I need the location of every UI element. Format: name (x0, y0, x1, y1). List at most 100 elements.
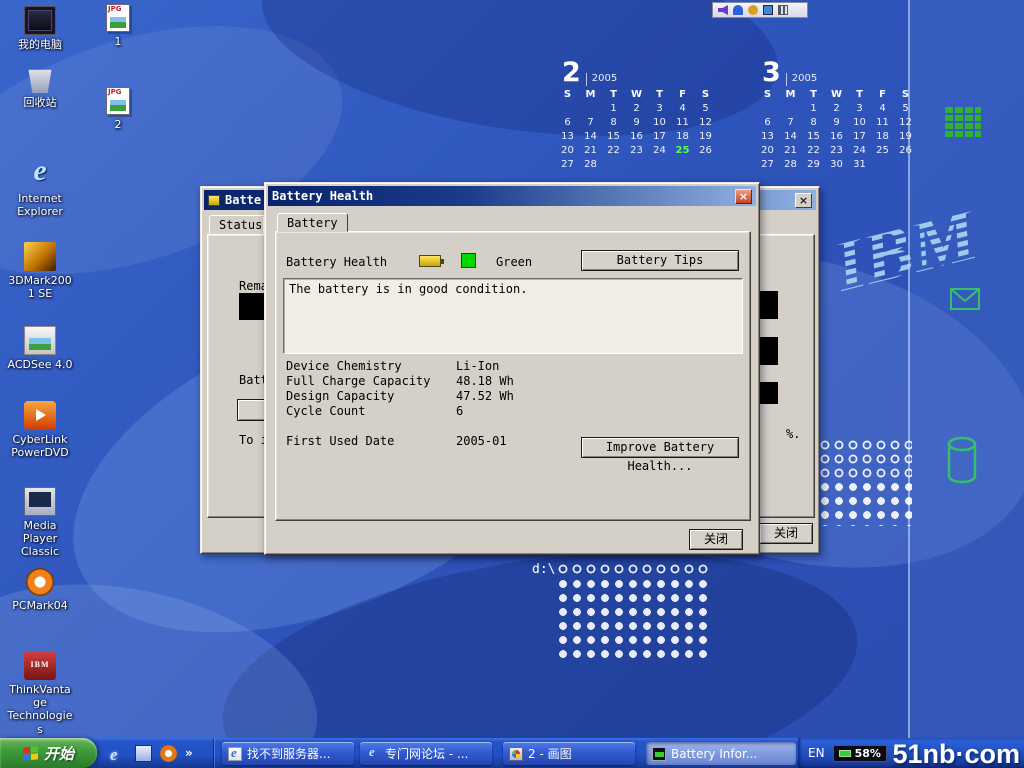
quick-launch-overflow-icon[interactable]: » (185, 746, 193, 760)
start-label: 开始 (44, 743, 74, 764)
info-field-row: Full Charge Capacity48.18 Wh (286, 374, 576, 389)
calendar-march: 3 2005 SMTWTFS12345678910111213141516171… (756, 54, 920, 172)
desktop-icon-pcmark[interactable]: PCMark04 (6, 568, 74, 612)
speaker-icon[interactable] (718, 5, 728, 15)
calendar-grid: SMTWTFS123456789101112131415161718192021… (756, 88, 920, 172)
calendar-day-cell (556, 102, 579, 116)
percent-fragment: %. (786, 427, 800, 441)
3dmark-icon (24, 242, 56, 271)
desktop-icon-thinkvantage[interactable]: ThinkVantage Technologies (6, 651, 74, 736)
desktop-icon-powerdvd[interactable]: CyberLink PowerDVD (6, 401, 74, 459)
close-icon[interactable]: × (795, 193, 812, 208)
language-indicator[interactable]: EN (808, 746, 825, 760)
close-icon[interactable]: × (735, 189, 752, 204)
calendar-day-cell: 30 (825, 158, 848, 172)
calendar-day-cell: 18 (671, 130, 694, 144)
calendar-day-cell: 26 (894, 144, 917, 158)
volume-icon[interactable] (733, 5, 743, 15)
calendar-day-cell: 10 (648, 116, 671, 130)
desktop-file-2[interactable]: JPG 2 (96, 87, 140, 131)
calendar-day-header: S (694, 88, 717, 102)
desktop-icon-label: 回收站 (6, 96, 74, 109)
calendar-day-header: S (556, 88, 579, 102)
button-label: 关闭 (704, 532, 728, 546)
calendar-day-cell (779, 102, 802, 116)
calendar-day-cell: 5 (894, 102, 917, 116)
calendar-day-header: W (825, 88, 848, 102)
desktop-icon-label: 我的电脑 (6, 38, 74, 51)
calendar-day-cell: 14 (579, 130, 602, 144)
status-text: Green (496, 255, 532, 269)
calendar-day-header: T (602, 88, 625, 102)
tab-battery[interactable]: Battery (277, 213, 348, 232)
calendar-day-cell: 4 (671, 102, 694, 116)
calendar-day-cell: 27 (556, 158, 579, 172)
calendar-day-header: S (756, 88, 779, 102)
condition-textbox[interactable]: The battery is in good condition. (283, 278, 743, 354)
calendar-month: 3 (762, 59, 781, 86)
calendar-day-cell: 6 (756, 116, 779, 130)
desktop-icon-my-computer[interactable]: 我的电脑 (6, 6, 74, 51)
calendar-header: 3 2005 (756, 54, 920, 86)
calendar-day-cell: 16 (825, 130, 848, 144)
recycle-bin-icon (24, 64, 56, 93)
taskbar-task[interactable]: 2 - 画图 (503, 742, 635, 765)
battery-icon (208, 195, 220, 206)
calendar-day-header: W (625, 88, 648, 102)
jpg-file-icon: JPG (106, 4, 130, 32)
calendar-day-cell: 17 (648, 130, 671, 144)
thinkvantage-icon (24, 651, 56, 680)
info-field-row: Device ChemistryLi-Ion (286, 359, 576, 374)
task-area: 找不到服务器... 专门网论坛 - ... 2 - 画图 Battery Infor.… (218, 738, 798, 768)
desktop-icon-3dmark[interactable]: 3DMark2001 SE (6, 242, 74, 300)
desktop-icon-internet-explorer[interactable]: Internet Explorer (6, 160, 74, 218)
calendar-day-cell: 24 (848, 144, 871, 158)
desktop-file-1[interactable]: JPG 1 (96, 4, 140, 48)
calendar-day-cell: 7 (779, 116, 802, 130)
info-field-row: Cycle Count6 (286, 404, 576, 419)
my-computer-icon (24, 6, 56, 35)
calendar-day-cell: 15 (602, 130, 625, 144)
info-field-row: Design Capacity47.52 Wh (286, 389, 576, 404)
calendar-month: 2 (562, 59, 581, 86)
field-label: Full Charge Capacity (286, 374, 456, 389)
close-button[interactable]: 关闭 (759, 523, 813, 544)
battery-tray-indicator[interactable]: 58% (833, 745, 887, 762)
calendar-day-cell: 10 (848, 116, 871, 130)
desktop-icon-recycle-bin[interactable]: 回收站 (6, 64, 74, 109)
desktop-icon-mpc[interactable]: Media Player Classic (6, 487, 74, 559)
keyboard-icon[interactable] (778, 5, 788, 15)
battery-icon (419, 255, 441, 267)
taskbar-task[interactable]: Battery Infor... (646, 742, 796, 765)
display-icon[interactable] (763, 5, 773, 15)
close-button[interactable]: 关闭 (689, 529, 743, 550)
improve-battery-health-button[interactable]: Improve Battery Health... (581, 437, 739, 458)
start-button[interactable]: 开始 (0, 738, 97, 768)
button-label: Battery Tips (617, 253, 704, 267)
status-color-swatch (461, 253, 476, 268)
calendar-day-cell (602, 158, 625, 172)
desktop-icon-acdsee[interactable]: ACDSee 4.0 (6, 326, 74, 371)
show-desktop-icon[interactable] (135, 745, 152, 762)
field-value: 48.18 Wh (456, 374, 514, 389)
battery-health-dialog: Battery Health × Battery Battery Health … (264, 182, 760, 555)
battery-tips-button[interactable]: Battery Tips (581, 250, 739, 271)
calendar-day-header: T (802, 88, 825, 102)
media-player-icon[interactable] (160, 745, 177, 762)
field-label: First Used Date (286, 434, 456, 449)
file-thumbnail (110, 17, 126, 28)
calendar-day-cell: 22 (602, 144, 625, 158)
envelope-icon (950, 288, 980, 310)
taskbar-task[interactable]: 专门网论坛 - ... (360, 742, 492, 765)
info-field-row: First Used Date2005-01 (286, 434, 576, 449)
title-bar[interactable]: Battery Health × (268, 186, 756, 206)
internet-explorer-icon[interactable]: e (110, 745, 127, 762)
calendar-day-cell: 31 (848, 158, 871, 172)
brightness-icon[interactable] (748, 5, 758, 15)
calendar-day-header: M (579, 88, 602, 102)
calendar-day-cell (625, 158, 648, 172)
taskbar-task[interactable]: 找不到服务器... (222, 742, 354, 765)
calendar-day-cell: 8 (802, 116, 825, 130)
calendar-header: 2 2005 (556, 54, 720, 86)
button-label: 关闭 (774, 526, 798, 540)
